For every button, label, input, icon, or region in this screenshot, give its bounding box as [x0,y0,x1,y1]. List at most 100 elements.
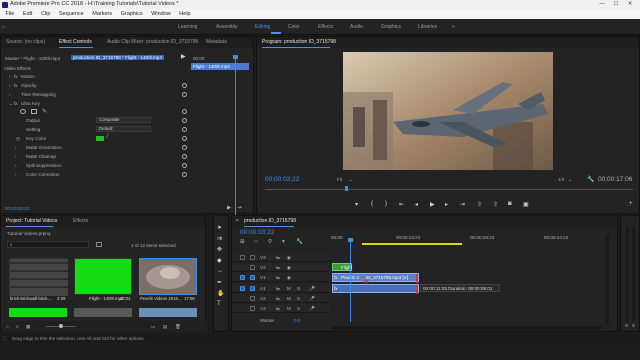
master-value[interactable]: 0.0 [294,318,300,323]
effect-opacity[interactable]: Opacity [21,83,37,88]
close-sequence-icon[interactable]: ✕ [235,216,239,227]
linked-selection-icon[interactable]: ⚲ [268,239,272,245]
solo-s-icon[interactable]: S [297,296,300,301]
track-lock-icon[interactable] [250,274,255,280]
menu-file[interactable]: File [6,11,15,17]
program-scrub-bar[interactable] [265,189,633,190]
pen-tool-icon[interactable]: ✒ [217,279,222,286]
hand-tool-icon[interactable]: ✋ [217,290,224,297]
menu-edit[interactable]: Edit [23,11,32,17]
clip-pexels-video[interactable]: fx Pexels V ID_3715798.mp4 [V] [332,273,419,283]
clear-icon[interactable]: 🗑 [175,324,181,330]
go-to-out-icon[interactable]: ⇥ [460,201,465,208]
go-to-in-icon[interactable]: ⇤ [399,201,404,208]
solo-s-icon[interactable]: S [297,286,300,291]
tab-effects[interactable]: Effects [73,216,88,227]
sync-lock-icon[interactable]: ⇆ [276,265,280,271]
menu-window[interactable]: Window [151,11,171,17]
thumbnail-pexels[interactable] [139,258,197,295]
clip-audio[interactable]: fx [332,284,419,294]
fit-dropdown-icon[interactable]: ⌄ [349,177,353,183]
reset-icon[interactable] [182,127,187,132]
clip-path[interactable]: production ID_3715798 * Flight - 1400l.m… [71,55,164,60]
list-view-icon[interactable]: ≡ [16,324,19,329]
track-select-tool-icon[interactable]: ⇉ [217,235,222,242]
workspace-editing[interactable]: Editing [255,24,270,30]
matte-generation[interactable]: Matte Generation [26,145,62,150]
program-timecode[interactable]: 00:00:03:22 [265,176,299,183]
eyedropper-icon[interactable]: ⁄ [107,134,108,140]
comparison-view-icon[interactable]: ▣ [523,201,529,208]
menu-clip[interactable]: Clip [41,11,50,17]
extract-icon[interactable]: ⇪ [493,201,498,208]
workspace-color[interactable]: Color [288,24,300,30]
stopwatch-icon[interactable]: ◷ [16,136,20,142]
effect-ultra-key[interactable]: Ultra Key [21,101,40,106]
snap-icon[interactable]: ∩ [254,239,258,245]
reset-icon[interactable] [182,163,187,168]
menu-sequence[interactable]: Sequence [59,11,84,17]
sync-lock-icon[interactable]: ⇆ [276,306,280,312]
sync-lock-icon[interactable]: ⇆ [276,275,280,281]
reset-icon[interactable] [182,109,187,114]
timeline-timecode[interactable]: 00:00:03:22 [240,229,274,236]
add-marker-icon[interactable]: ▾ [282,239,285,245]
thumbnail-brick[interactable] [9,258,68,296]
step-back-icon[interactable]: ◂ [415,201,418,208]
workspace-assembly[interactable]: Assembly [216,24,238,30]
spill-suppression[interactable]: Spill Suppression [26,163,62,168]
effect-row-collapse-icon[interactable]: ⌄ [9,101,13,107]
reset-icon[interactable] [182,172,187,177]
lift-icon[interactable]: ⇧ [477,201,482,208]
ripple-edit-tool-icon[interactable]: ✥ [217,246,222,253]
home-icon[interactable]: ⌂ [2,24,5,30]
timeline-vertical-scrollbar[interactable] [605,234,609,324]
reset-icon[interactable] [182,92,187,97]
new-item-icon[interactable]: ▤ [163,324,167,330]
resolution-dropdown-icon[interactable]: ⌄ [568,177,572,183]
track-lock-icon[interactable] [250,295,255,301]
project-search-input[interactable]: ⌕ [7,241,89,248]
workspace-graphics[interactable]: Graphics [381,24,401,30]
program-video-frame[interactable] [343,52,553,170]
meter-solo-left-icon[interactable]: S [625,323,628,328]
meter-solo-right-icon[interactable]: S [632,323,635,328]
track-lock-icon[interactable] [250,254,255,260]
solo-s-icon[interactable]: S [297,306,300,311]
color-correction[interactable]: Color Correction [26,172,59,177]
effect-row-expand-icon[interactable]: › [9,83,11,88]
minimize-button[interactable]: — [596,0,608,9]
section-expand-icon[interactable]: › [15,163,17,168]
sync-lock-icon[interactable]: ⇆ [276,255,280,261]
microphone-icon[interactable]: 🎤 [309,286,315,292]
new-bin-from-search-icon[interactable] [96,242,102,247]
track-eye-icon[interactable]: ◉ [287,275,291,281]
tab-metadata[interactable]: Metadata [206,37,227,48]
reset-icon[interactable] [182,145,187,150]
mute-m-icon[interactable]: M [287,306,291,311]
program-playhead[interactable] [345,186,348,191]
mark-in-icon[interactable]: ▾ [355,201,358,208]
type-tool-icon[interactable]: T [217,301,221,307]
timeline-playhead[interactable] [350,242,351,322]
menu-graphics[interactable]: Graphics [121,11,143,17]
play-icon[interactable]: ▶ [430,201,435,208]
mark-out-icon[interactable]: { [371,201,373,207]
effect-motion[interactable]: Motion [21,74,35,79]
effect-row-expand-icon[interactable]: › [9,74,11,79]
workspace-learning[interactable]: Learning [178,24,197,30]
trim-handle-red[interactable] [416,274,418,283]
work-area-bar[interactable] [362,243,462,245]
settings-wrench-icon[interactable]: 🔧 [587,176,594,183]
lock-icon[interactable]: ⌂ [6,324,9,329]
nest-icon[interactable]: ⊞ [240,239,245,245]
new-bin-icon[interactable]: ▭ [151,324,155,330]
effect-row-expand-icon[interactable]: › [9,92,11,97]
workspace-effects[interactable]: Effects [318,24,333,30]
mark-out-bracket-icon[interactable]: } [385,201,387,207]
rectangle-mask-icon[interactable] [31,109,37,114]
section-expand-icon[interactable]: › [15,172,17,177]
menu-markers[interactable]: Markers [92,11,112,17]
effect-time-remapping[interactable]: Time Remapping [21,92,56,97]
section-expand-icon[interactable]: › [15,154,17,159]
